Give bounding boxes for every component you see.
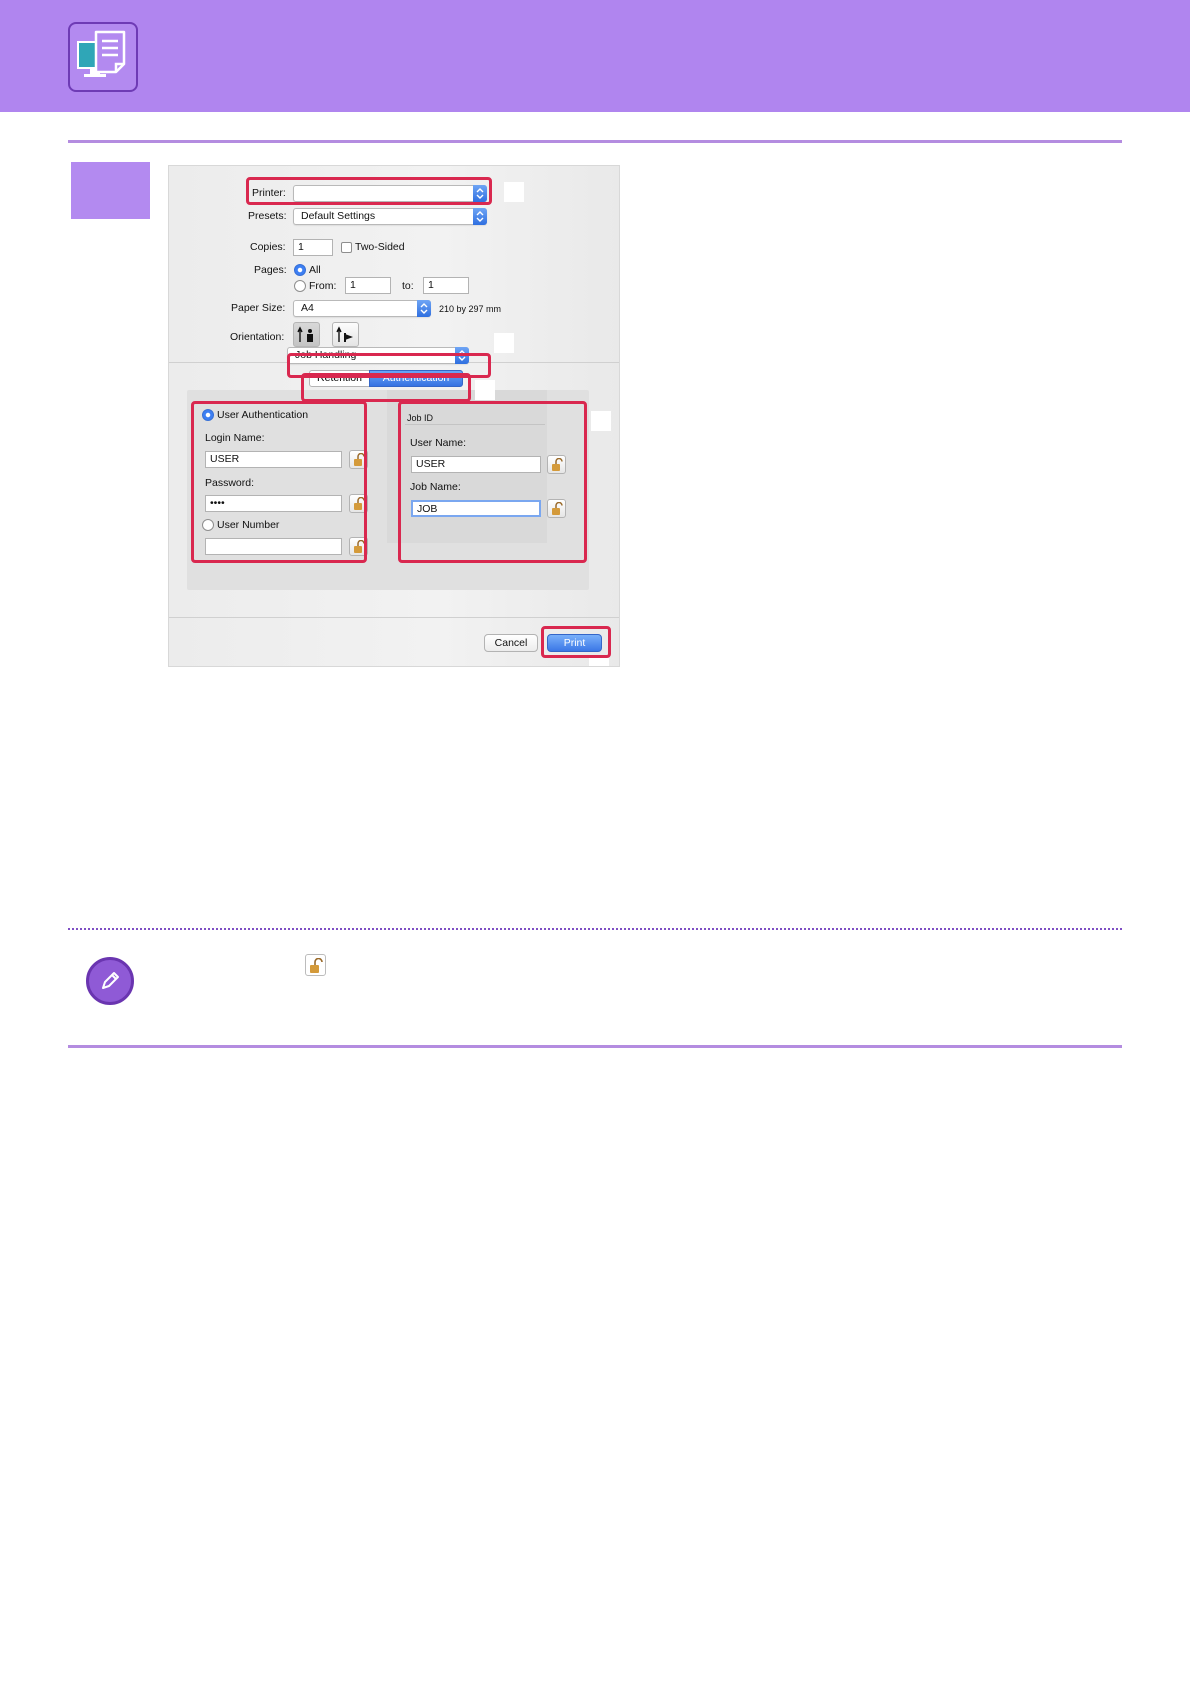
- pencil-icon: [86, 957, 134, 1005]
- callout-mark: [475, 380, 495, 400]
- tab-retention[interactable]: Retention: [309, 370, 370, 387]
- pages-from-input[interactable]: 1: [345, 277, 391, 294]
- cancel-button[interactable]: Cancel: [484, 634, 538, 652]
- user-name-lock-button[interactable]: [547, 455, 566, 474]
- computer-printing-icon: [68, 22, 138, 92]
- paper-size-dimensions: 210 by 297 mm: [439, 304, 502, 314]
- presets-label: Presets:: [248, 210, 287, 222]
- pages-all-radio[interactable]: [294, 264, 306, 276]
- callout-mark: [494, 333, 514, 353]
- job-id-title: Job ID: [407, 413, 434, 423]
- paper-size-popup[interactable]: A4: [293, 300, 431, 317]
- divider: [169, 617, 619, 618]
- user-authentication-label: User Authentication: [217, 409, 309, 421]
- user-name-label: User Name:: [410, 437, 467, 449]
- printer-label: Printer:: [252, 187, 286, 199]
- print-button[interactable]: Print: [547, 634, 602, 652]
- bottom-divider: [68, 1045, 1122, 1048]
- two-sided-checkbox[interactable]: [341, 242, 352, 253]
- callout-mark: [591, 411, 611, 431]
- top-divider: [68, 140, 1122, 143]
- job-name-label: Job Name:: [410, 481, 461, 493]
- presets-value: Default Settings: [301, 210, 376, 222]
- copies-label: Copies:: [250, 241, 286, 253]
- padlock-icon: [354, 497, 365, 510]
- user-number-lock-button[interactable]: [349, 537, 368, 556]
- padlock-icon: [305, 954, 326, 976]
- login-name-label: Login Name:: [205, 432, 265, 444]
- pages-from-label: From:: [309, 280, 337, 292]
- paper-size-label: Paper Size:: [231, 302, 286, 314]
- print-dialog: Printer: Presets: Default Settings Copie…: [168, 165, 620, 667]
- user-name-input[interactable]: USER: [411, 456, 541, 473]
- padlock-icon: [552, 502, 563, 515]
- pages-to-label: to:: [402, 280, 414, 292]
- popup-arrows-icon: [417, 300, 431, 317]
- callout-mark: [589, 656, 609, 666]
- section-value: Job Handling: [295, 349, 357, 361]
- tab-authentication[interactable]: Authentication: [369, 370, 463, 387]
- printer-popup[interactable]: [293, 185, 487, 202]
- divider: [405, 424, 545, 425]
- copies-input[interactable]: 1: [293, 239, 333, 256]
- manual-page: Printer: Presets: Default Settings Copie…: [0, 0, 1190, 1684]
- user-authentication-radio[interactable]: [202, 409, 214, 421]
- pages-from-radio[interactable]: [294, 280, 306, 292]
- user-number-radio[interactable]: [202, 519, 214, 531]
- pages-label: Pages:: [254, 264, 287, 276]
- popup-arrows-icon: [473, 208, 487, 225]
- login-name-lock-button[interactable]: [349, 450, 368, 469]
- padlock-icon: [552, 458, 563, 471]
- paper-size-value: A4: [301, 302, 314, 314]
- callout-mark: [504, 182, 524, 202]
- pages-all-label: All: [309, 264, 321, 276]
- step-marker: [71, 162, 150, 219]
- login-name-input[interactable]: USER: [205, 451, 342, 468]
- portrait-orientation-button[interactable]: [293, 322, 320, 347]
- user-number-label: User Number: [217, 519, 280, 531]
- orientation-label: Orientation:: [230, 331, 285, 343]
- user-number-input[interactable]: [205, 538, 342, 555]
- two-sided-label: Two-Sided: [355, 241, 405, 253]
- presets-popup[interactable]: Default Settings: [293, 208, 487, 225]
- password-lock-button[interactable]: [349, 494, 368, 513]
- pages-to-input[interactable]: 1: [423, 277, 469, 294]
- padlock-icon: [354, 540, 365, 553]
- padlock-icon: [354, 453, 365, 466]
- password-label: Password:: [205, 477, 255, 489]
- job-name-input[interactable]: JOB: [411, 500, 541, 517]
- password-input[interactable]: ••••: [205, 495, 342, 512]
- note-divider: [68, 928, 1122, 930]
- landscape-orientation-button[interactable]: [332, 322, 359, 347]
- popup-arrows-icon: [473, 185, 487, 202]
- section-popup[interactable]: Job Handling: [287, 347, 469, 364]
- popup-arrows-icon: [455, 347, 469, 364]
- job-name-lock-button[interactable]: [547, 499, 566, 518]
- header-band: [0, 0, 1190, 112]
